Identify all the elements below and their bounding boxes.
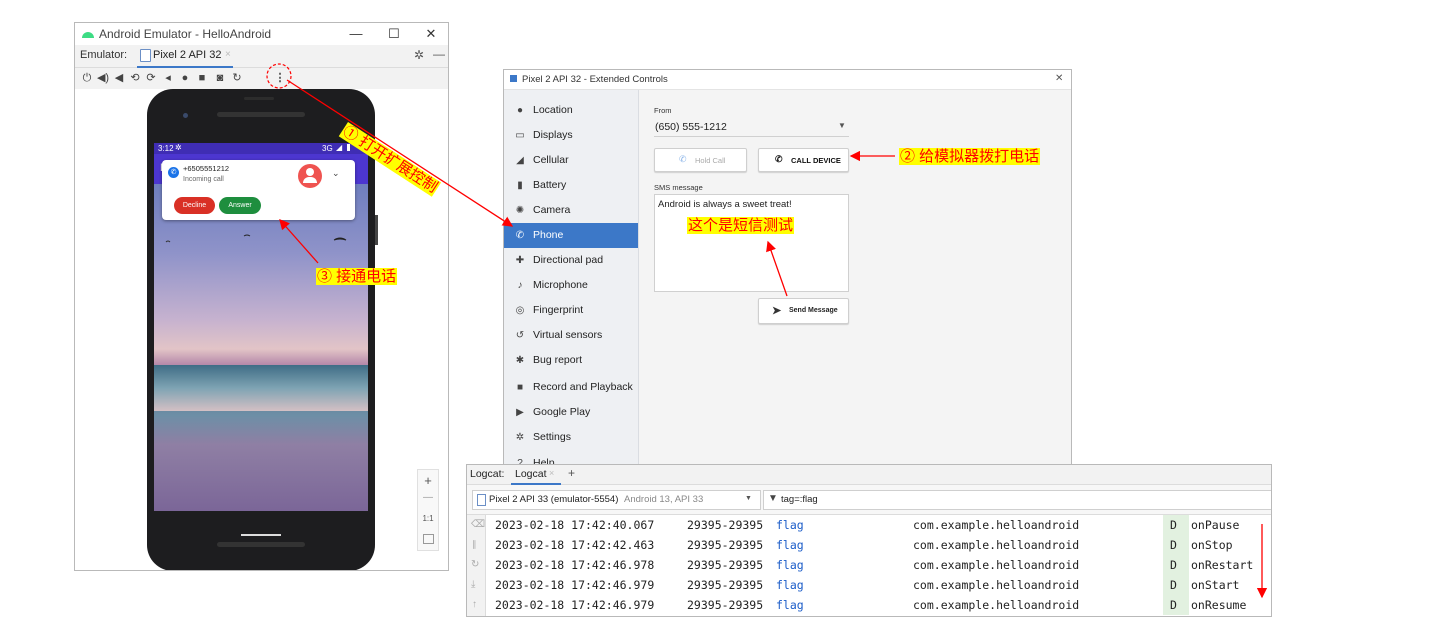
annotation-sms-note: 这个是短信测试 [687, 217, 795, 234]
annotation-arrows [279, 79, 1268, 599]
arrow-to-answer [279, 219, 319, 264]
arrow-to-phone-nav [286, 79, 514, 227]
annotation-step3: ③ 接通电话 [316, 268, 398, 285]
annotation-step2: ② 给模拟器拨打电话 [899, 148, 1041, 165]
arrow-to-sms [766, 240, 788, 297]
